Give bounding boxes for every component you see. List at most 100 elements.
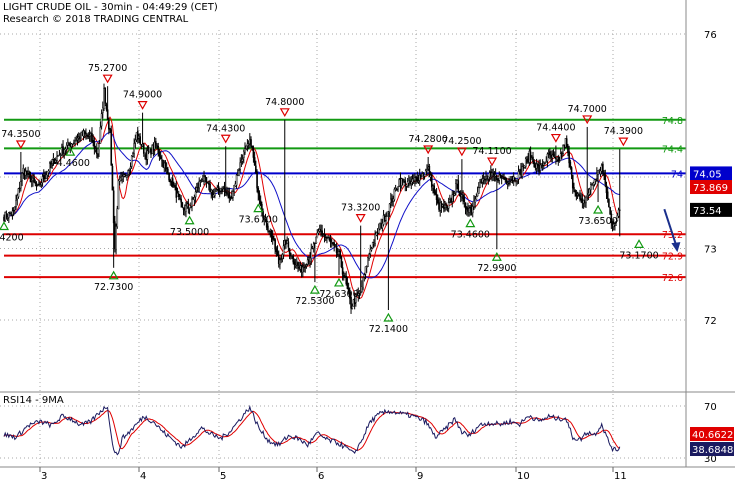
- candle-body: [292, 255, 294, 263]
- candle-body: [28, 171, 31, 175]
- candle-body: [77, 136, 80, 139]
- candle-body: [10, 214, 13, 216]
- candle-body: [153, 141, 156, 150]
- candle-body: [528, 151, 531, 163]
- candle-body: [189, 206, 192, 208]
- candle-body: [415, 176, 417, 179]
- candle-body: [581, 198, 584, 203]
- candle-body: [110, 129, 113, 166]
- candle-body: [543, 162, 545, 166]
- candle-body: [428, 165, 431, 177]
- candle-body: [477, 187, 480, 194]
- candle-body: [216, 187, 219, 190]
- candle-body: [546, 153, 549, 162]
- candle-body: [470, 207, 473, 213]
- candle-body: [321, 230, 323, 235]
- candle-body: [493, 175, 496, 178]
- candle-body: [433, 185, 435, 194]
- candle-body: [188, 208, 191, 210]
- candle-body: [39, 182, 41, 185]
- candle-body: [345, 275, 348, 285]
- candle-body: [158, 152, 161, 157]
- candle-body: [209, 183, 211, 193]
- candle-body: [328, 237, 331, 241]
- candle-body: [221, 189, 223, 193]
- candle-body: [293, 261, 296, 265]
- candle-body: [242, 150, 245, 159]
- candle-body: [435, 193, 438, 201]
- candle-body: [405, 184, 408, 187]
- swing-low-label: 72.1400: [369, 324, 408, 335]
- y-tick-label: 73: [704, 245, 717, 256]
- candle-body: [282, 245, 285, 255]
- candle-body: [114, 221, 116, 250]
- candle-body: [388, 203, 391, 212]
- candle-body: [214, 192, 216, 196]
- candle-body: [363, 274, 366, 278]
- candle-body: [42, 175, 45, 179]
- swing-low-label: 74.4600: [51, 158, 90, 169]
- candle-body: [269, 230, 272, 232]
- candle-body: [329, 238, 332, 243]
- candle-body: [211, 190, 214, 197]
- chart-subtitle: Research © 2018 TRADING CENTRAL: [3, 14, 189, 25]
- candle-body: [474, 198, 476, 203]
- candle-body: [151, 145, 154, 155]
- candle-body: [150, 148, 152, 155]
- candle-body: [176, 193, 179, 197]
- candle-body: [485, 176, 487, 180]
- candle-body: [70, 143, 73, 147]
- candle-body: [606, 191, 609, 199]
- candle-body: [258, 193, 261, 200]
- candle-body: [112, 190, 115, 224]
- candle-body: [299, 265, 302, 270]
- candle-body: [577, 194, 580, 196]
- candle-body: [520, 168, 522, 176]
- candle-body: [20, 181, 22, 189]
- candle-body: [450, 199, 452, 203]
- candle-body: [375, 232, 378, 236]
- candle-body: [491, 172, 493, 177]
- candle-body: [279, 259, 281, 265]
- candle-body: [432, 185, 434, 189]
- candle-body: [136, 130, 139, 140]
- candle-body: [73, 142, 75, 144]
- candle-body: [249, 139, 251, 145]
- candle-body: [596, 173, 598, 180]
- swing-low-label: 73.4600: [451, 230, 490, 241]
- candle-body: [99, 127, 102, 144]
- level-label: 72.6: [662, 273, 683, 284]
- candle-body: [87, 135, 90, 138]
- candle-body: [161, 158, 163, 161]
- candle-body: [468, 207, 470, 213]
- candle-body: [333, 242, 335, 246]
- candle-body: [80, 132, 82, 141]
- candle-body: [558, 160, 561, 163]
- candle-body: [76, 138, 79, 140]
- candle-body: [555, 157, 557, 160]
- candle-body: [565, 138, 568, 148]
- candle-body: [36, 183, 39, 186]
- candle-body: [165, 167, 168, 170]
- candle-body: [312, 243, 315, 249]
- candle-body: [127, 170, 129, 175]
- candle-body: [181, 202, 184, 208]
- candle-body: [420, 174, 422, 178]
- candle-body: [588, 188, 591, 195]
- candle-body: [480, 181, 482, 183]
- candle-body: [463, 197, 466, 202]
- swing-low-label: 72.7300: [94, 282, 133, 293]
- candle-body: [61, 147, 63, 156]
- candle-body: [289, 253, 292, 257]
- candle-body: [361, 286, 363, 293]
- y-tick-label: 72: [704, 316, 717, 327]
- candle-body: [79, 137, 81, 140]
- swing-low-label: 73.6700: [239, 215, 278, 226]
- candle-body: [206, 182, 209, 184]
- candle-body: [117, 180, 120, 210]
- candle-body: [186, 203, 188, 207]
- candle-body: [576, 193, 579, 196]
- candle-body: [444, 204, 446, 208]
- swing-low-label: 73.1700: [619, 250, 658, 261]
- candle-body: [191, 198, 193, 207]
